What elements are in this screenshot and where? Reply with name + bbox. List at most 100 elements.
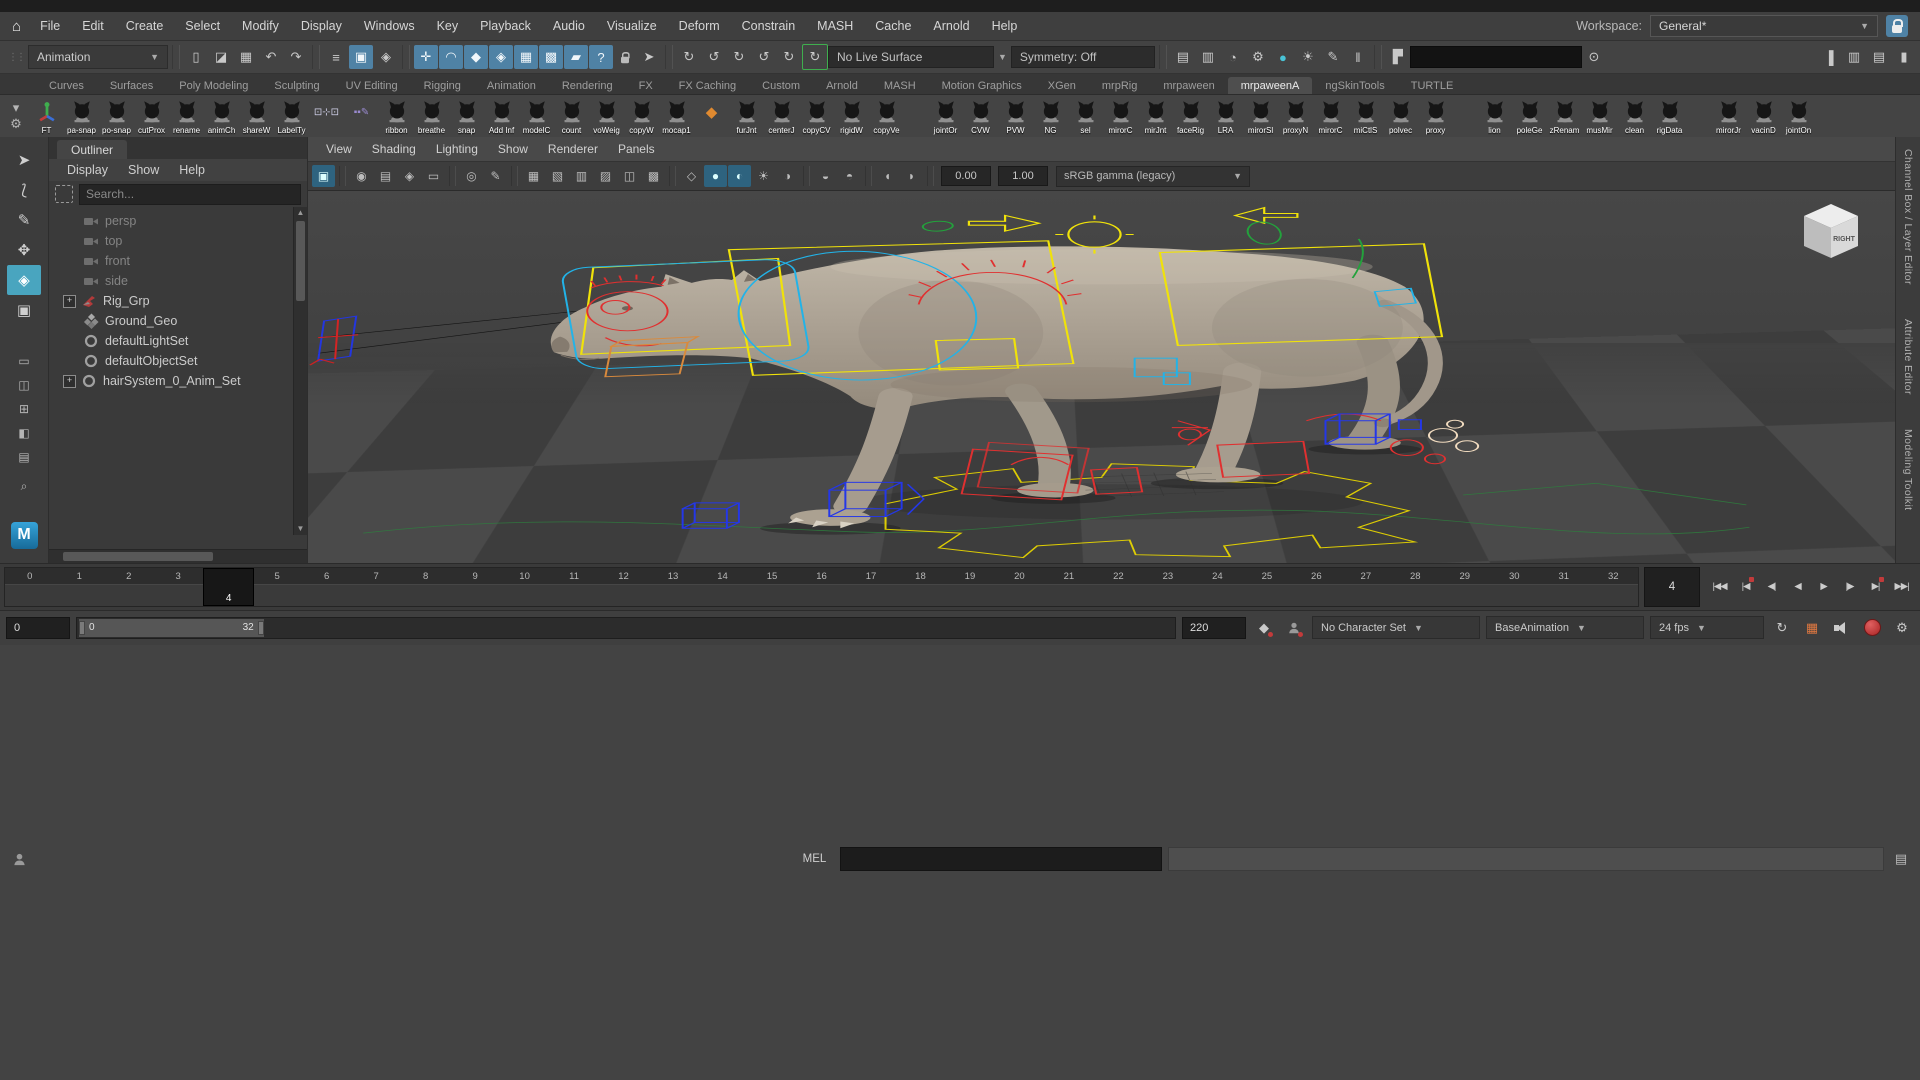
shelf-tab-fx-caching[interactable]: FX Caching	[666, 77, 749, 94]
character-set-icon[interactable]	[1282, 616, 1306, 640]
layout-two-pane[interactable]: ◫	[7, 373, 41, 397]
xray-icon[interactable]: ◒	[814, 165, 837, 187]
step-back-key-button[interactable]: |◀	[1733, 573, 1758, 601]
symmetry-select[interactable]: Symmetry: Off	[1011, 46, 1155, 68]
outliner-item-front[interactable]: front	[49, 251, 307, 271]
menu-item-edit[interactable]: Edit	[71, 19, 115, 33]
shelf-tab-sculpting[interactable]: Sculpting	[261, 77, 332, 94]
grip-handle-icon[interactable]: ⋮⋮	[8, 52, 24, 63]
menu-item-deform[interactable]: Deform	[668, 19, 731, 33]
outliner-menu-help[interactable]: Help	[171, 163, 213, 177]
selection-filter-icon[interactable]	[55, 185, 73, 203]
open-scene-icon[interactable]: ◪	[209, 45, 233, 69]
outliner-search-input[interactable]	[79, 184, 301, 205]
shelf-button-mirorc[interactable]: mirorC	[1103, 96, 1138, 136]
outliner-item-persp[interactable]: persp	[49, 211, 307, 231]
undo-icon[interactable]: ↶	[259, 45, 283, 69]
shelf-tab-rendering[interactable]: Rendering	[549, 77, 626, 94]
input-connections-icon[interactable]: ↻	[677, 45, 701, 69]
select-camera-icon[interactable]: ▣	[312, 165, 335, 187]
shelf-button-rigidw[interactable]: rigidW	[834, 96, 869, 136]
menu-item-cache[interactable]: Cache	[864, 19, 922, 33]
shelf-button-jointon[interactable]: jointOn	[1781, 96, 1816, 136]
outliner-vscrollbar[interactable]: ▲ ▼	[293, 207, 307, 535]
outliner-item-defaultlightset[interactable]: defaultLightSet	[49, 331, 307, 351]
step-back-frame-button[interactable]: ◀|	[1759, 573, 1784, 601]
make-live-icon[interactable]: ▩	[539, 45, 563, 69]
anim-layer-select[interactable]: BaseAnimation ▼	[1486, 616, 1644, 639]
shelf-button-mirorc[interactable]: mirorC	[1313, 96, 1348, 136]
home-icon[interactable]: ⌂	[12, 18, 21, 35]
lights-icon[interactable]: ☀	[752, 165, 775, 187]
workspace-lock-icon[interactable]	[1886, 15, 1908, 37]
go-to-start-button[interactable]: |◀◀	[1707, 573, 1732, 601]
pause-viewport-icon[interactable]: ‖	[1346, 45, 1370, 69]
shelf-button-animch[interactable]: animCh	[204, 96, 239, 136]
select-component-icon[interactable]: ◈	[374, 45, 398, 69]
shelf-button-mirjnt[interactable]: mirJnt	[1138, 96, 1173, 136]
highlight-selection-icon[interactable]: ➤	[637, 45, 661, 69]
move-tool[interactable]: ✥	[7, 235, 41, 265]
mute-audio-icon[interactable]	[1830, 616, 1854, 640]
exposure-field[interactable]: 0.00	[941, 166, 991, 186]
isolate-select-icon[interactable]: ◓	[838, 165, 861, 187]
history-toggle-2-icon[interactable]: ↺	[752, 45, 776, 69]
sidebar-tab-attribute-editor[interactable]: Attribute Editor	[1902, 319, 1914, 395]
new-scene-icon[interactable]: ▯	[184, 45, 208, 69]
shelf-button-proxyn[interactable]: proxyN	[1278, 96, 1313, 136]
shelf-tab-surfaces[interactable]: Surfaces	[97, 77, 166, 94]
render-view-icon[interactable]: ▤	[1171, 45, 1195, 69]
hypershade-icon[interactable]: ●	[1271, 45, 1295, 69]
layout-single-pane[interactable]: ▭	[7, 349, 41, 373]
sidebar-tab-channel-box-layer-editor[interactable]: Channel Box / Layer Editor	[1902, 149, 1914, 285]
light-editor-icon[interactable]: ☀	[1296, 45, 1320, 69]
wireframe-icon[interactable]: ◇	[680, 165, 703, 187]
render-settings-icon[interactable]: ⚙	[1246, 45, 1270, 69]
cached-playback-icon[interactable]: ▦	[1800, 616, 1824, 640]
shelf-tab-turtle[interactable]: TURTLE	[1398, 77, 1467, 94]
menu-set-select[interactable]: Animation ▼	[28, 45, 168, 69]
lock-selection-icon[interactable]	[613, 45, 637, 69]
shelf-button-breathe[interactable]: breathe	[414, 96, 449, 136]
shelf-button-copyw[interactable]: copyW	[624, 96, 659, 136]
fps-select[interactable]: 24 fps ▼	[1650, 616, 1764, 639]
output-connections-icon[interactable]: ↺	[702, 45, 726, 69]
film-gate-icon[interactable]: ▧	[546, 165, 569, 187]
playback-loop-icon[interactable]: ↻	[1770, 616, 1794, 640]
shelf-menu-gear-icon[interactable]: ▾⚙	[3, 97, 29, 135]
shelf-tab-xgen[interactable]: XGen	[1035, 77, 1089, 94]
colorspace-select[interactable]: sRGB gamma (legacy) ▼	[1056, 166, 1250, 187]
shelf-tab-fx[interactable]: FX	[626, 77, 666, 94]
select-hierarchy-icon[interactable]: ≡	[324, 45, 348, 69]
expand-icon[interactable]: +	[63, 375, 76, 388]
resolution-gate-icon[interactable]: ▥	[570, 165, 593, 187]
grid-icon[interactable]: ▦	[522, 165, 545, 187]
sidebar-tab-modeling-toolkit[interactable]: Modeling Toolkit	[1902, 429, 1914, 511]
render-current-frame-icon[interactable]: ▥	[1196, 45, 1220, 69]
keyframe-display-icon[interactable]: ▰	[564, 45, 588, 69]
construction-history-icon[interactable]: ↻	[802, 44, 828, 70]
snap-to-curve-icon[interactable]: ◠	[439, 45, 463, 69]
paint-effects-icon[interactable]: ✎	[1321, 45, 1345, 69]
outliner-item-hairsystem-0-anim-set[interactable]: +hairSystem_0_Anim_Set	[49, 371, 307, 391]
outliner-item-ground-geo[interactable]: Ground_Geo	[49, 311, 307, 331]
outliner-menu-display[interactable]: Display	[59, 163, 116, 177]
shelf-button-zrenam[interactable]: zRenam	[1547, 96, 1582, 136]
shelf-tab-mrprig[interactable]: mrpRig	[1089, 77, 1150, 94]
select-by-name-icon[interactable]: ▛	[1386, 45, 1410, 69]
select-object-icon[interactable]: ▣	[349, 45, 373, 69]
lock-camera-icon[interactable]: ◉	[350, 165, 373, 187]
character-set-select[interactable]: No Character Set ▼	[1312, 616, 1480, 639]
shelf-tab-curves[interactable]: Curves	[36, 77, 97, 94]
select-tool[interactable]: ➤	[7, 145, 41, 175]
gamma-field[interactable]: 1.00	[998, 166, 1048, 186]
safe-action-icon[interactable]: ▩	[642, 165, 665, 187]
range-slider[interactable]: 0 32	[76, 617, 1176, 639]
play-backwards-button[interactable]: ◀	[1785, 573, 1810, 601]
outliner-item-top[interactable]: top	[49, 231, 307, 251]
shelf-button-jointor[interactable]: jointOr	[928, 96, 963, 136]
field-chart-icon[interactable]: ◫	[618, 165, 641, 187]
shelf-tab-motion-graphics[interactable]: Motion Graphics	[929, 77, 1035, 94]
shelf-button-musmir[interactable]: musMir	[1582, 96, 1617, 136]
shelf-button-cvw[interactable]: CVW	[963, 96, 998, 136]
